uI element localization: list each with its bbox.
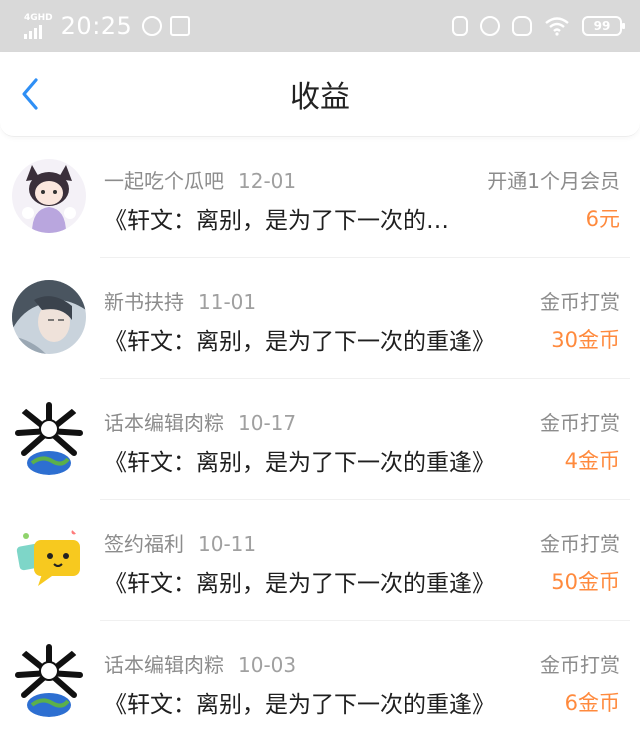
item-amount: 4金币 (564, 449, 620, 473)
page-header: 收益 (0, 52, 640, 137)
chevron-left-icon (22, 78, 38, 110)
list-item[interactable]: 一起吃个瓜吧 12-01 开通1个月会员 《轩文：离别，是为了下一次的… 6元 (0, 137, 640, 258)
status-right: 99 (440, 16, 625, 36)
alarm-icon (480, 16, 500, 36)
anime-portrait-avatar (12, 280, 86, 354)
wifi-icon (545, 17, 569, 36)
list-item[interactable]: 签约福利 10-11 金币打赏 《轩文：离别，是为了下一次的重逢》 50金币 (0, 500, 640, 621)
item-meta: 话本编辑肉粽 10-03 (104, 649, 296, 678)
item-date: 10-03 (238, 653, 297, 677)
list-item[interactable]: 话本编辑肉粽 10-03 金币打赏 《轩文：离别，是为了下一次的重逢》 6金币 (0, 621, 640, 739)
item-work-title: 《轩文：离别，是为了下一次的重逢》 (104, 571, 495, 597)
item-amount: 6金币 (564, 691, 620, 715)
item-amount: 30金币 (551, 328, 620, 352)
network-type: 4GHD (24, 12, 53, 23)
item-date: 10-11 (198, 532, 257, 556)
list-item[interactable]: 话本编辑肉粽 10-17 金币打赏 《轩文：离别，是为了下一次的重逢》 4金币 (0, 379, 640, 500)
item-type: 开通1个月会员 (487, 169, 620, 193)
item-date: 11-01 (198, 290, 257, 314)
item-date: 12-01 (238, 169, 297, 193)
status-left: 4GHD 20:25 (24, 12, 198, 40)
item-work-title: 《轩文：离别，是为了下一次的重逢》 (104, 450, 495, 476)
item-source: 新书扶持 (104, 290, 184, 314)
gallery-notification-icon (170, 16, 191, 36)
item-meta: 话本编辑肉粽 10-17 (104, 407, 296, 436)
mute-icon (512, 16, 532, 36)
anime-cat-girl-avatar (12, 159, 86, 233)
back-button[interactable] (14, 76, 46, 112)
item-work-title: 《轩文：离别，是为了下一次的重逢》 (104, 329, 495, 355)
page-title: 收益 (290, 80, 350, 115)
item-amount: 6元 (585, 207, 620, 231)
item-source: 签约福利 (104, 532, 184, 556)
item-source: 一起吃个瓜吧 (104, 169, 224, 193)
earnings-list: 一起吃个瓜吧 12-01 开通1个月会员 《轩文：离别，是为了下一次的… 6元 新… (0, 137, 640, 739)
item-type: 金币打赏 (540, 290, 620, 314)
item-type: 金币打赏 (540, 532, 620, 556)
item-meta: 签约福利 10-11 (104, 528, 256, 557)
battery-icon: 99 (582, 16, 625, 36)
item-source: 话本编辑肉粽 (104, 411, 224, 435)
item-meta: 新书扶持 11-01 (104, 286, 256, 315)
item-work-title: 《轩文：离别，是为了下一次的重逢》 (104, 692, 495, 718)
item-meta: 一起吃个瓜吧 12-01 (104, 165, 296, 194)
item-type: 金币打赏 (540, 411, 620, 435)
status-bar: 4GHD 20:25 99 (0, 0, 640, 52)
vibrate-icon (452, 16, 468, 36)
item-date: 10-17 (238, 411, 297, 435)
globe-bones-avatar (12, 401, 86, 475)
status-time: 20:25 (60, 12, 133, 40)
battery-level: 99 (593, 19, 611, 33)
list-item[interactable]: 新书扶持 11-01 金币打赏 《轩文：离别，是为了下一次的重逢》 30金币 (0, 258, 640, 379)
signal-icon: 4GHD (24, 12, 53, 39)
item-source: 话本编辑肉粽 (104, 653, 224, 677)
globe-bones-avatar (12, 643, 86, 717)
item-type: 金币打赏 (540, 653, 620, 677)
notification-app-icon (142, 16, 163, 36)
yellow-chat-bubble-avatar (12, 522, 86, 596)
item-amount: 50金币 (551, 570, 620, 594)
item-work-title: 《轩文：离别，是为了下一次的… (104, 208, 449, 234)
